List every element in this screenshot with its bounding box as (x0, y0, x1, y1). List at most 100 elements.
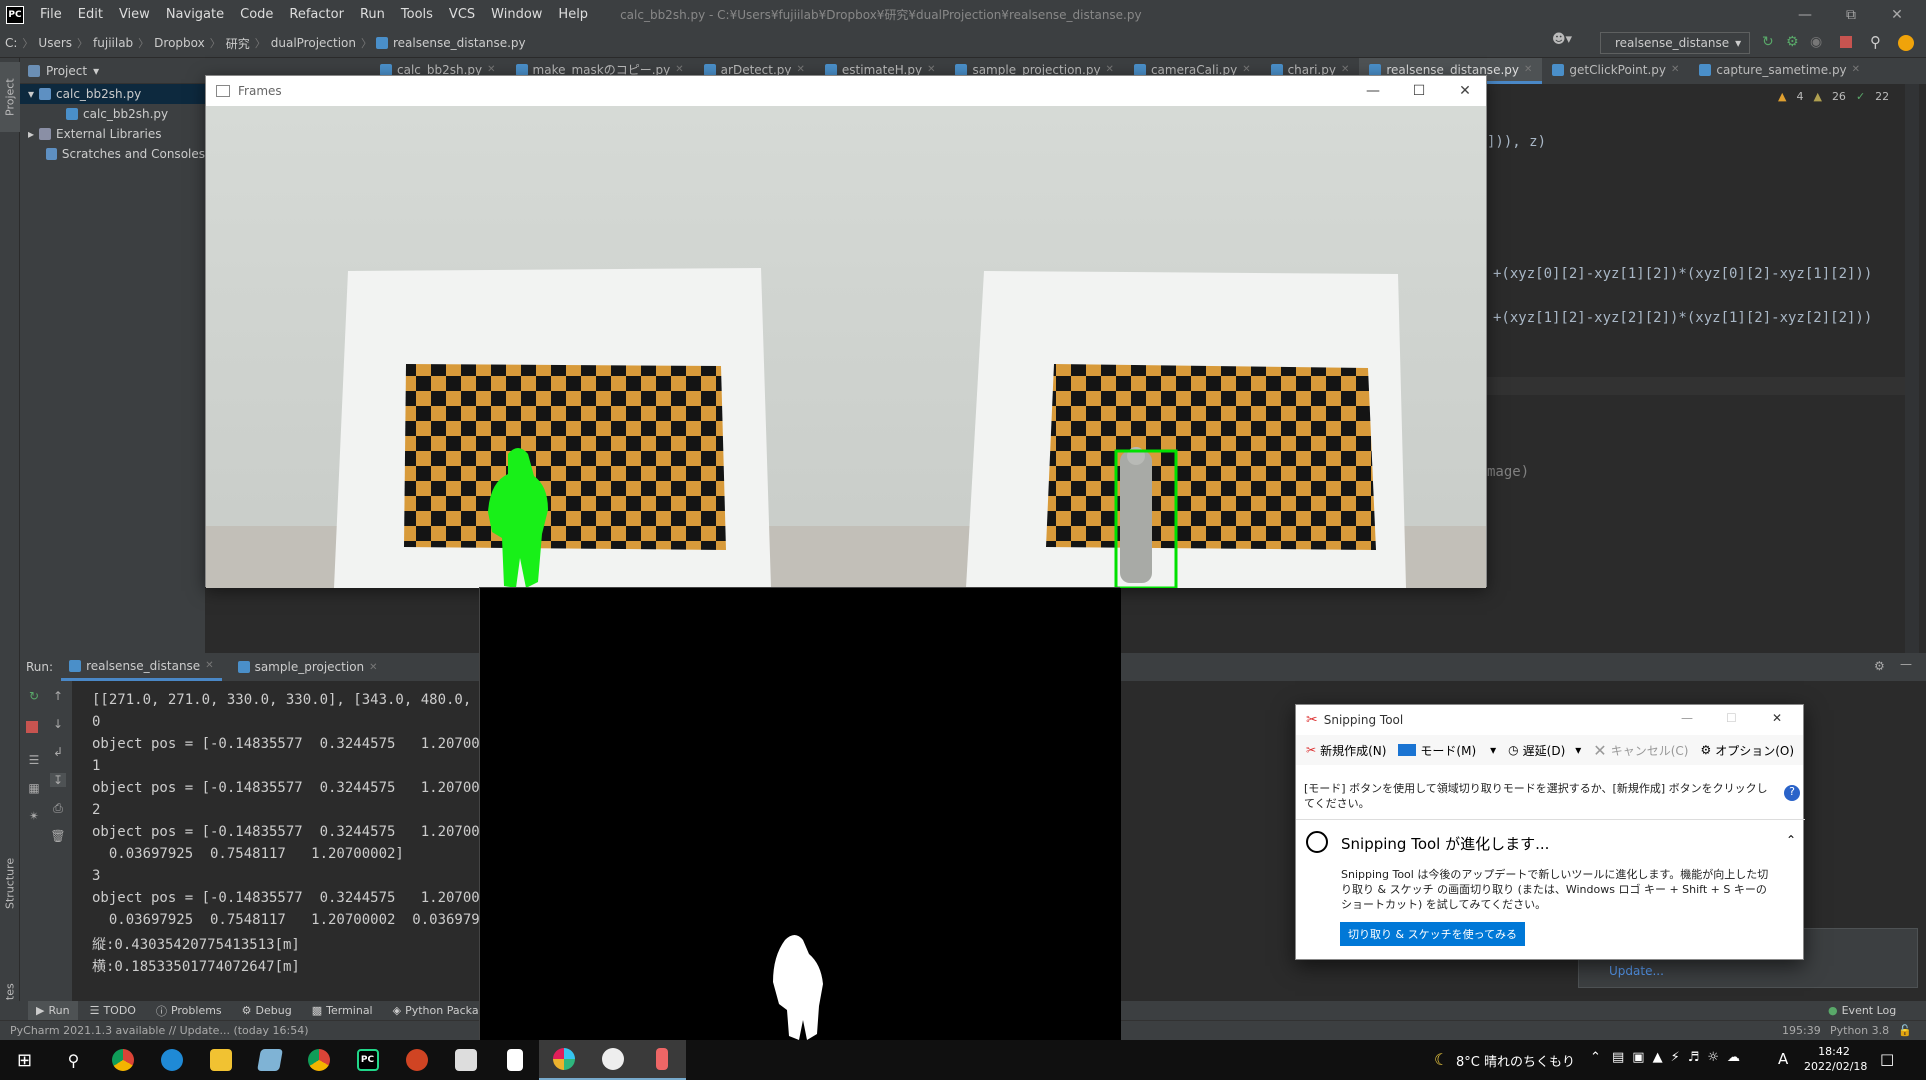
breadcrumb-research[interactable]: 研究 (221, 35, 255, 52)
updates-icon[interactable] (1898, 35, 1914, 51)
ime-indicator[interactable]: A (1778, 1050, 1788, 1068)
tool-tab-debug[interactable]: ⚙ Debug (234, 1001, 300, 1020)
media-app[interactable] (441, 1040, 490, 1080)
inspection-widget[interactable]: ▲ 4 ▲ 26 ✓ 22 (1778, 90, 1889, 103)
close-tab-icon[interactable]: ✕ (675, 64, 683, 75)
menu-help[interactable]: Help (550, 7, 596, 22)
hide-panel-icon[interactable]: — (1900, 657, 1912, 671)
minimize-icon[interactable]: — (1681, 711, 1693, 725)
minimize-icon[interactable]: — (1782, 0, 1828, 29)
python-window-app[interactable] (637, 1040, 686, 1080)
close-tab-icon[interactable]: ✕ (927, 64, 935, 75)
menu-file[interactable]: File (32, 7, 70, 22)
settings-gear-icon[interactable]: ⚙ (1874, 659, 1885, 673)
pin-icon[interactable]: ✴ (26, 809, 42, 823)
caret-position[interactable]: 195:39 (1782, 1024, 1821, 1037)
collapse-icon[interactable]: ⌃ (1786, 833, 1796, 847)
notepad-app[interactable] (490, 1040, 539, 1080)
stop-icon[interactable] (1840, 36, 1852, 48)
close-tab-icon[interactable]: ✕ (1242, 64, 1250, 75)
close-tab-icon[interactable]: ✕ (1106, 64, 1114, 75)
breadcrumb-project[interactable]: dualProjection (266, 36, 361, 50)
menu-run[interactable]: Run (352, 7, 393, 22)
pycharm-app[interactable]: PC (343, 1040, 392, 1080)
error-stripe[interactable] (1905, 84, 1919, 659)
menu-code[interactable]: Code (232, 7, 281, 22)
status-message[interactable]: PyCharm 2021.1.3 available // Update... … (10, 1024, 309, 1037)
breadcrumb-dropbox[interactable]: Dropbox (149, 36, 210, 50)
tray-icons[interactable]: ▤▣▲⚡♬☼☁ (1612, 1050, 1748, 1065)
close-tab-icon[interactable]: ✕ (797, 64, 805, 75)
tool-tab-event-log[interactable]: ● Event Log (1820, 1001, 1904, 1020)
interpreter[interactable]: Python 3.8 (1830, 1024, 1889, 1037)
search-button[interactable]: ⚲ (49, 1040, 98, 1080)
snip-options-button[interactable]: ⚙ オプション(O) (1694, 742, 1800, 759)
edge-app[interactable] (147, 1040, 196, 1080)
breadcrumb-user[interactable]: fujiilab (88, 36, 138, 50)
maximize-icon[interactable]: ☐ (1396, 76, 1442, 106)
tree-scratches[interactable]: Scratches and Consoles (20, 144, 205, 164)
run-config-selector[interactable]: realsense_distanse ▾ (1600, 32, 1750, 54)
tree-external-libraries[interactable]: ▸ External Libraries (20, 124, 205, 144)
rerun-icon[interactable]: ↻ (26, 689, 42, 703)
layout-icon[interactable]: ▦ (26, 781, 42, 795)
close-tab-icon[interactable]: ✕ (1852, 64, 1860, 75)
menu-vcs[interactable]: VCS (441, 7, 483, 22)
snip-cancel-button[interactable]: ✕ キャンセル(C) (1587, 741, 1694, 760)
minimize-icon[interactable]: — (1350, 76, 1396, 106)
tree-file[interactable]: calc_bb2sh.py (20, 104, 205, 124)
menu-view[interactable]: View (111, 7, 158, 22)
tool-tab-run[interactable]: ▶ Run (28, 1001, 78, 1020)
clock[interactable]: 18:42 2022/02/18 (1804, 1044, 1867, 1074)
run-tab-sample-projection[interactable]: sample_projection ✕ (230, 653, 386, 681)
tool-tab-todo[interactable]: ☰ TODO (82, 1001, 144, 1020)
breadcrumb-file[interactable]: realsense_distanse.py (388, 36, 531, 50)
chrome-app[interactable] (98, 1040, 147, 1080)
user-icon[interactable]: ☻▾ (1552, 32, 1572, 47)
project-header-label[interactable]: Project (46, 64, 87, 78)
expand-arrow-icon[interactable]: ▾ (28, 87, 34, 101)
expand-arrow-icon[interactable]: ▸ (28, 127, 34, 141)
snip-mode-button[interactable]: モード(M) ▾ (1392, 742, 1502, 759)
restore-icon[interactable]: ⧉ (1828, 0, 1874, 29)
soft-wrap-icon[interactable]: ↲ (50, 745, 66, 759)
snip-new-button[interactable]: ✂ 新規作成(N) (1300, 742, 1392, 759)
tool-tab-problems[interactable]: ⓘ Problems (148, 1001, 230, 1020)
close-tab-icon[interactable]: ✕ (1671, 64, 1679, 75)
structure-tool-tab[interactable]: Structure (0, 838, 20, 928)
scroll-end-icon[interactable]: ↧ (50, 773, 66, 787)
close-icon[interactable]: ✕ (1442, 76, 1488, 106)
close-tab-icon[interactable]: ✕ (487, 64, 495, 75)
project-tool-tab[interactable]: Project (0, 62, 20, 132)
close-tab-icon[interactable]: ✕ (1341, 64, 1349, 75)
scroll-up-icon[interactable]: ↑ (50, 689, 66, 703)
explorer-app[interactable] (196, 1040, 245, 1080)
menu-window[interactable]: Window (483, 7, 550, 22)
powerpoint-app[interactable] (392, 1040, 441, 1080)
tool-tab-terminal[interactable]: ▩ Terminal (304, 1001, 381, 1020)
run-console[interactable]: [[271.0, 271.0, 330.0, 330.0], [343.0, 4… (72, 681, 482, 1001)
notification-icon[interactable]: □ (1880, 1050, 1894, 1068)
rerun-icon[interactable]: ↻ (1762, 34, 1774, 50)
start-button[interactable]: ⊞ (0, 1040, 49, 1080)
breadcrumb-drive[interactable]: C: (0, 36, 22, 50)
menu-edit[interactable]: Edit (70, 7, 111, 22)
close-icon[interactable]: ✕ (1874, 0, 1920, 29)
menu-navigate[interactable]: Navigate (158, 7, 232, 22)
menu-tools[interactable]: Tools (393, 7, 441, 22)
maximize-icon[interactable]: ☐ (1726, 711, 1737, 725)
close-tab-icon[interactable]: ✕ (369, 662, 377, 673)
close-tab-icon[interactable]: ✕ (1524, 64, 1532, 75)
tab-capture-sametime[interactable]: capture_sametime.py ✕ (1689, 58, 1870, 84)
close-icon[interactable]: ✕ (1772, 711, 1782, 725)
weather-text[interactable]: 8°C 晴れのちくもり (1456, 1051, 1575, 1070)
run-tab-realsense[interactable]: realsense_distanse ✕ (61, 653, 222, 681)
breadcrumb-users[interactable]: Users (33, 36, 77, 50)
tab-getclickpoint[interactable]: getClickPoint.py ✕ (1542, 58, 1689, 84)
coverage-icon[interactable]: ◉ (1810, 34, 1822, 50)
debug-icon[interactable]: ⚙ (1786, 34, 1799, 50)
more-icon[interactable]: ☰ (26, 753, 42, 767)
snipping-tool-app[interactable] (588, 1040, 637, 1080)
lock-icon[interactable]: 🔓 (1898, 1024, 1912, 1037)
tree-root[interactable]: ▾ calc_bb2sh.py (20, 84, 205, 104)
